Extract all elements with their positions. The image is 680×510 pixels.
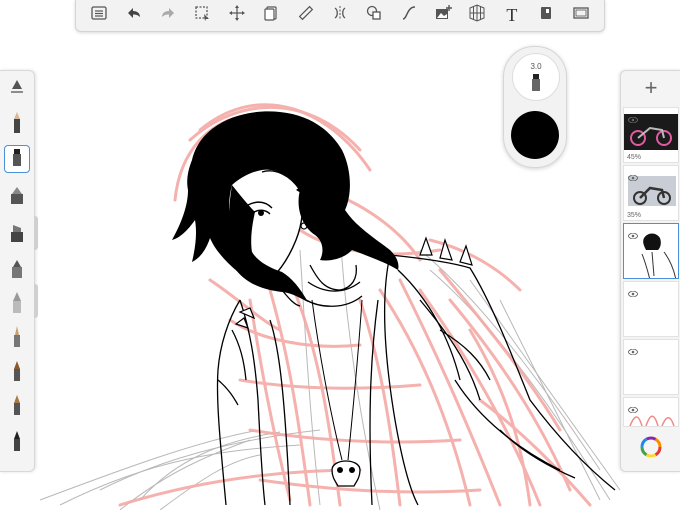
add-image-button[interactable] [430, 3, 456, 29]
redo-icon [159, 4, 177, 27]
transform-icon [228, 4, 246, 27]
eye-pupil [258, 210, 264, 216]
fill-button[interactable] [533, 3, 559, 29]
eye-icon[interactable] [627, 342, 639, 360]
brush-ruler-tool[interactable] [4, 75, 30, 103]
jacket-lineart [216, 254, 616, 506]
selection-button[interactable] [189, 3, 215, 29]
shapes-button[interactable] [361, 3, 387, 29]
brush-size-value: 3.0 [530, 62, 542, 71]
chisel-marker-icon [9, 222, 25, 249]
layer-empty-2[interactable] [623, 339, 679, 395]
sketch-construction-lines [39, 229, 621, 510]
undo-button[interactable] [121, 3, 147, 29]
brush-paint[interactable] [4, 257, 30, 285]
detail-brush-icon [10, 393, 24, 422]
brush-ink[interactable] [4, 359, 30, 387]
drawing-canvas[interactable] [0, 0, 680, 510]
eye-icon[interactable] [627, 284, 639, 302]
brush-airbrush[interactable] [4, 183, 30, 211]
undo-icon [125, 4, 143, 27]
layer-motorcycle-photo[interactable]: 35% [623, 165, 679, 221]
brush-wide[interactable] [4, 291, 30, 319]
hair-shape [172, 111, 399, 272]
paint-brush-icon [9, 258, 25, 285]
color-wheel-icon [639, 436, 663, 463]
layers-stack-button[interactable] [258, 3, 284, 29]
layer-empty-1[interactable] [623, 281, 679, 337]
current-color-swatch[interactable] [511, 111, 559, 159]
color-wheel-button[interactable] [639, 435, 663, 459]
marker-preview-icon [530, 73, 542, 98]
skull-pendant [331, 460, 361, 487]
perspective-grid-icon [468, 4, 486, 27]
fill-icon [537, 4, 555, 27]
eye-icon[interactable] [627, 226, 639, 244]
ruler-tool-icon [10, 77, 24, 102]
airbrush-icon [9, 184, 25, 211]
add-image-icon [434, 4, 453, 27]
perspective-grid-button[interactable] [464, 3, 490, 29]
brush-palette [0, 70, 35, 472]
text-icon: T [506, 5, 518, 25]
layer-opacity: 45% [627, 154, 642, 161]
brush-fine-pen[interactable] [4, 325, 30, 353]
layer-motorcycle-pink[interactable]: 45% [623, 107, 679, 163]
pencil-icon [10, 111, 24, 140]
marker-icon [10, 146, 24, 173]
forehead-piercing [240, 211, 246, 217]
hair-front-strands [228, 185, 308, 302]
eye-icon[interactable] [627, 168, 639, 186]
symmetry-icon [331, 4, 349, 27]
wide-brush-icon [10, 291, 24, 320]
brush-panel-handle-top[interactable] [34, 216, 38, 250]
text-button[interactable]: T [499, 3, 525, 29]
symmetry-button[interactable] [327, 3, 353, 29]
brush-panel-handle-bottom[interactable] [34, 284, 38, 318]
layer-panel: + 45% 35% [620, 70, 680, 472]
list-button[interactable] [86, 3, 112, 29]
shapes-icon [365, 4, 383, 27]
top-toolbar: T [75, 0, 605, 32]
ink-brush-icon [10, 359, 24, 388]
canvas-button[interactable] [568, 3, 594, 29]
eye-icon[interactable] [627, 400, 639, 418]
ruler-icon [297, 4, 315, 27]
ballpoint-icon [10, 429, 24, 458]
canvas-icon [572, 4, 590, 27]
brush-chisel-marker[interactable] [4, 221, 30, 249]
brush-detail[interactable] [4, 393, 30, 421]
brush-puck[interactable]: 3.0 [503, 46, 567, 168]
list-icon [90, 4, 108, 27]
redo-button[interactable] [155, 3, 181, 29]
layer-sketch-red[interactable] [623, 397, 679, 427]
fine-pen-icon [10, 325, 24, 354]
brush-marker[interactable] [4, 145, 30, 173]
layer-figure-lineart[interactable] [623, 223, 679, 279]
transform-button[interactable] [224, 3, 250, 29]
ruler-button[interactable] [293, 3, 319, 29]
brush-size-control[interactable]: 3.0 [512, 53, 560, 101]
layers-stack-icon [262, 4, 280, 27]
add-layer-button[interactable]: + [621, 71, 680, 105]
brush-pencil[interactable] [4, 111, 30, 139]
brush-ballpoint[interactable] [4, 429, 30, 457]
curve-icon [400, 4, 418, 27]
selection-icon [193, 4, 211, 27]
curve-button[interactable] [396, 3, 422, 29]
layer-opacity: 35% [627, 212, 642, 219]
eye-icon[interactable] [627, 110, 639, 128]
